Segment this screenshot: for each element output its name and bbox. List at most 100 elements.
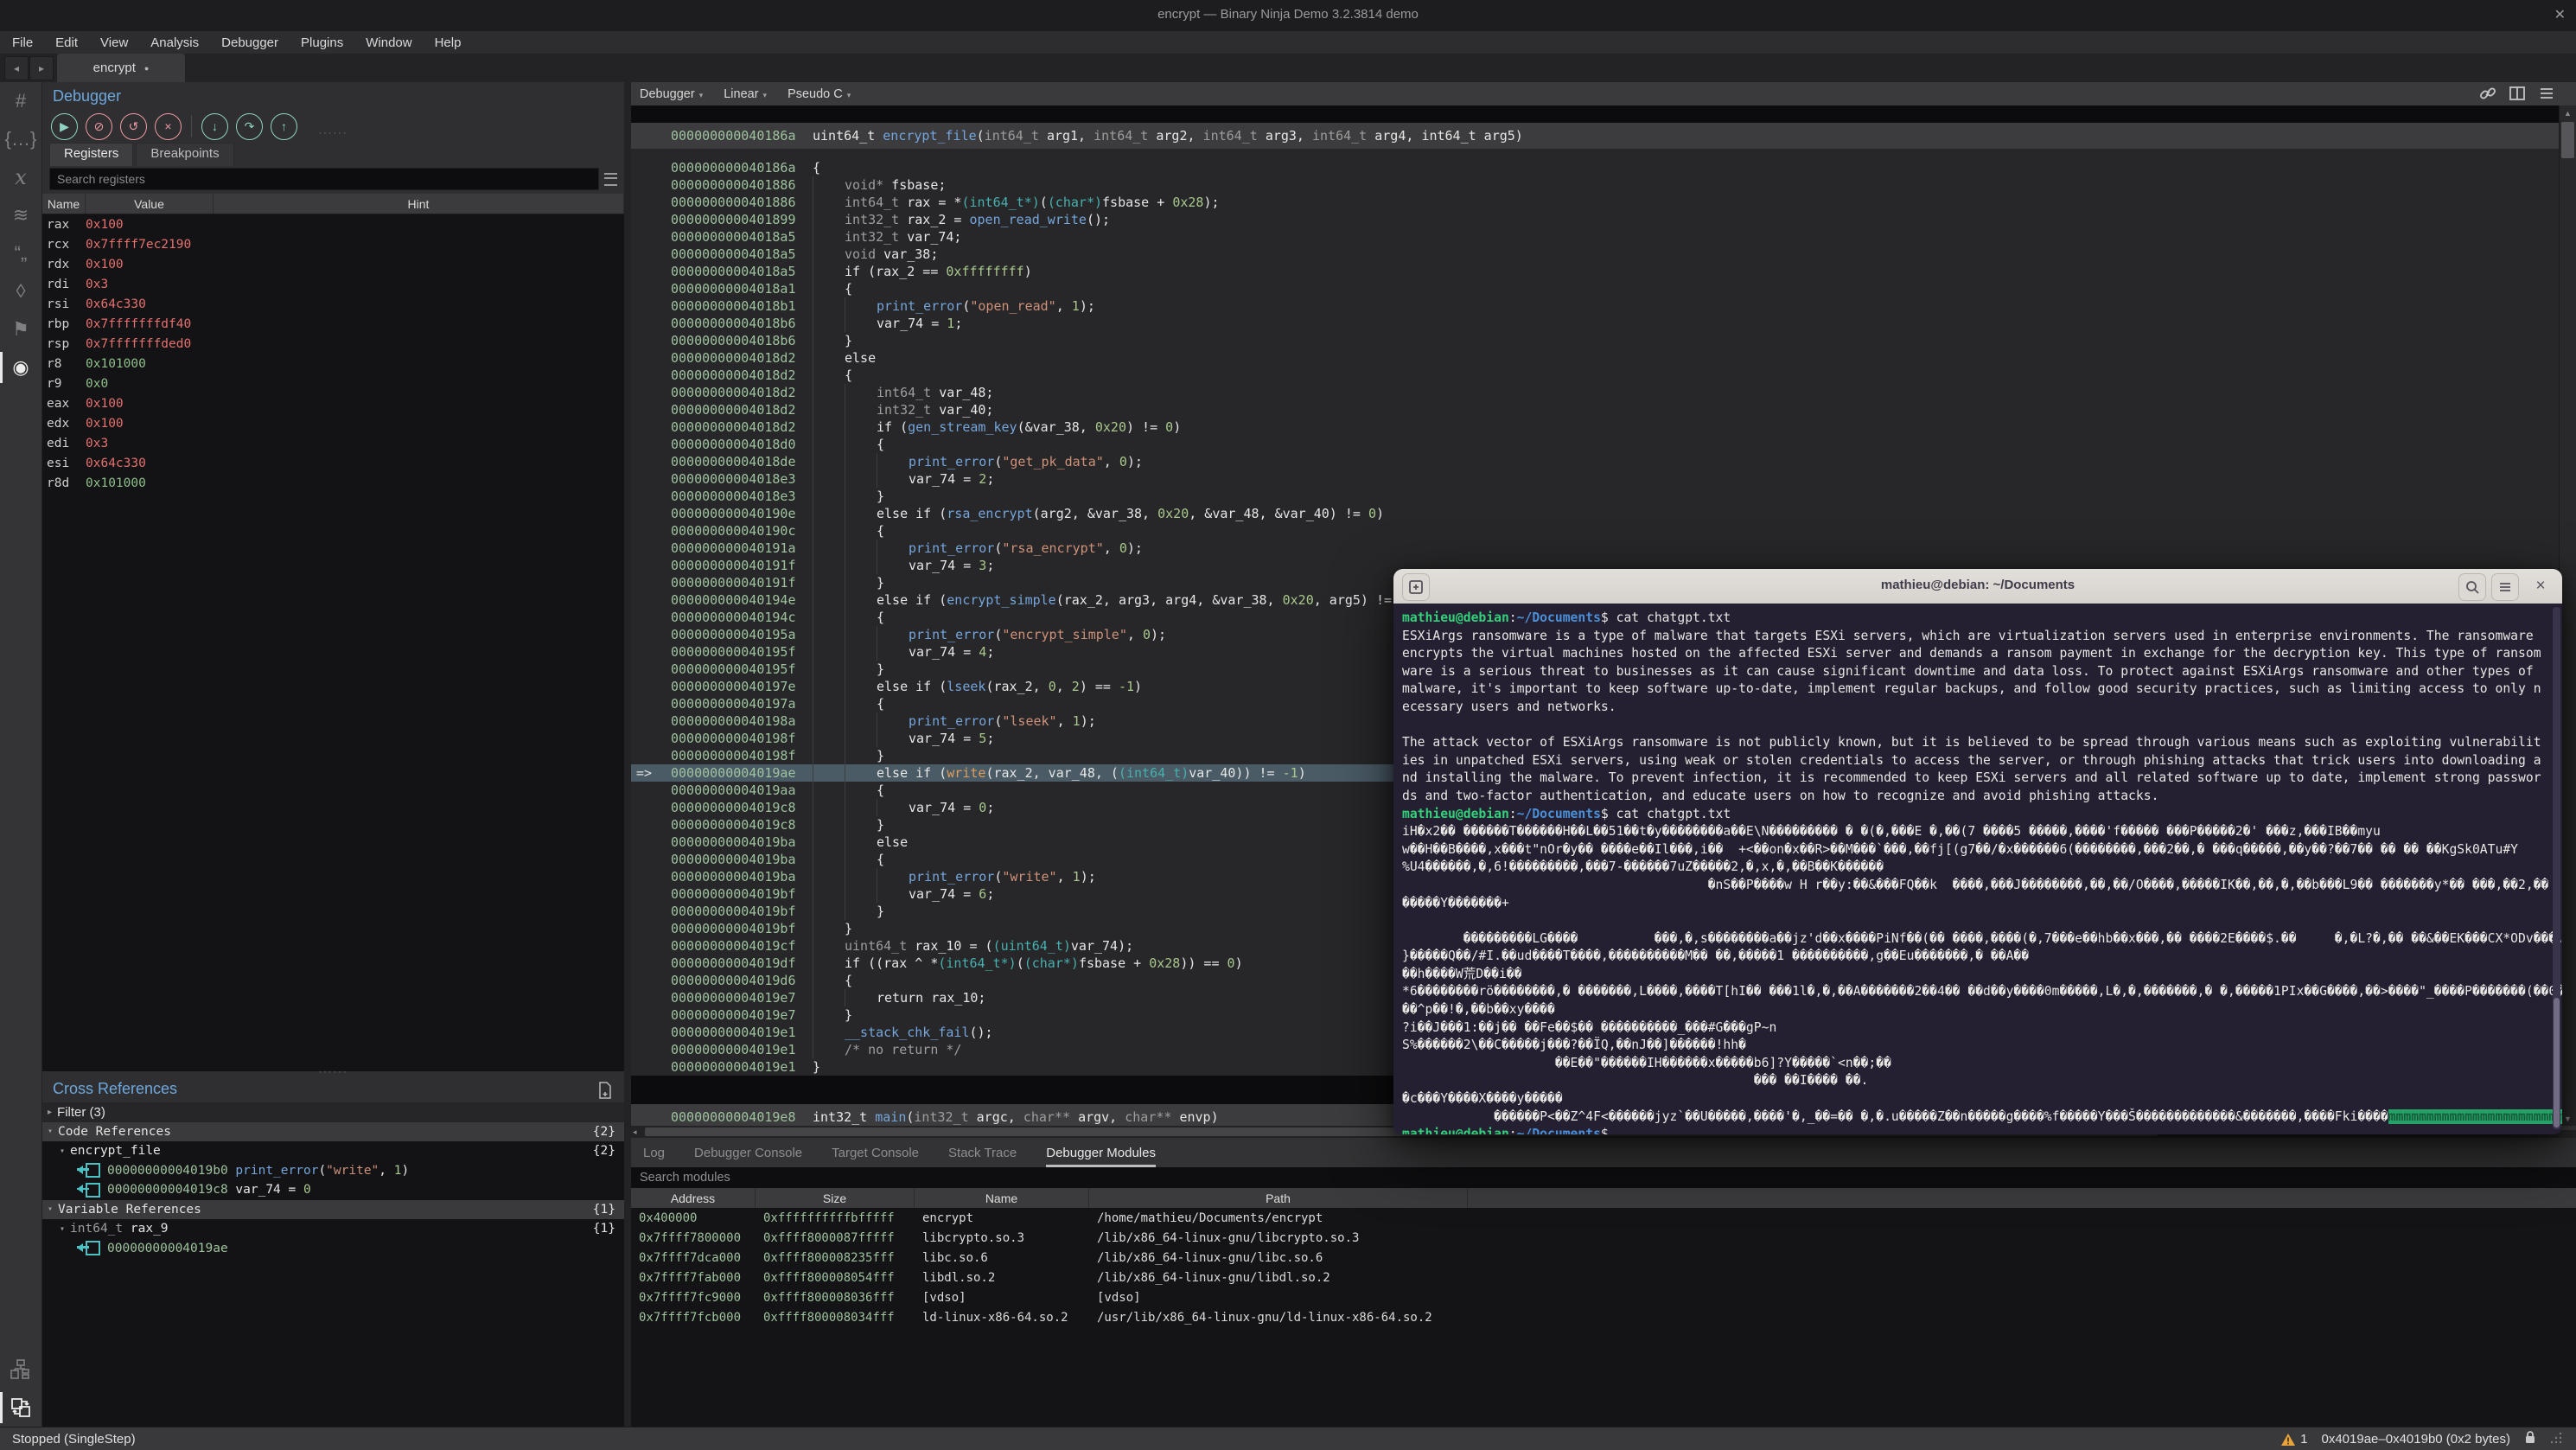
graph-view-icon[interactable]	[0, 1351, 41, 1389]
sync-link-icon[interactable]	[2479, 85, 2496, 105]
variables-icon[interactable]: x	[0, 158, 41, 196]
terminal-titlebar[interactable]: mathieu@debian: ~/Documents ×	[1393, 569, 2562, 604]
xref-filter-row[interactable]: ▸Filter (3)	[42, 1102, 624, 1122]
code-line[interactable]: 00000000004018d0{	[631, 436, 2559, 453]
xref-sym-row[interactable]: ▾encrypt_file{2}	[42, 1141, 624, 1161]
register-row[interactable]: r90x0	[42, 374, 624, 393]
menu-analysis[interactable]: Analysis	[150, 35, 199, 50]
code-line[interactable]: 00000000004018e3var_74 = 2;	[631, 470, 2559, 488]
code-line[interactable]: 00000000004018d2{	[631, 367, 2559, 384]
menu-help[interactable]: Help	[435, 35, 462, 50]
register-row[interactable]: rax0x100	[42, 214, 624, 234]
tab-registers[interactable]: Registers	[49, 143, 133, 166]
code-line[interactable]: 0000000000401886void* fsbase;	[631, 176, 2559, 194]
lock-icon[interactable]	[2524, 1430, 2536, 1448]
register-row[interactable]: rdi0x3	[42, 274, 624, 294]
register-row[interactable]: eax0x100	[42, 393, 624, 413]
dock-tab-log[interactable]: Log	[643, 1146, 665, 1167]
code-line[interactable]: 00000000004018b6var_74 = 1;	[631, 315, 2559, 332]
strings-icon[interactable]: “„	[0, 234, 41, 272]
register-row[interactable]: r8d0x101000	[42, 473, 624, 493]
debugger-icon[interactable]: ◉	[0, 348, 41, 386]
split-view-icon[interactable]	[2509, 85, 2526, 105]
terminal-menu-icon[interactable]	[2491, 573, 2519, 601]
search-registers-input[interactable]	[49, 168, 599, 190]
menu-debugger[interactable]: Debugger	[221, 35, 278, 50]
types-icon[interactable]: {…}	[0, 120, 41, 158]
history-forward-button[interactable]: ▸	[29, 56, 54, 80]
register-row[interactable]: rbp0x7fffffffdf40	[42, 314, 624, 334]
scroll-left-icon[interactable]: ◂	[633, 1127, 637, 1137]
vertical-splitter[interactable]	[624, 82, 631, 1427]
dock-tab-target-console[interactable]: Target Console	[832, 1146, 919, 1167]
module-row[interactable]: 0x4000000xffffffffffbfffffencrypt/home/m…	[631, 1208, 2576, 1228]
module-row[interactable]: 0x7ffff7fcb0000xffff800008034fffld-linux…	[631, 1307, 2576, 1327]
terminal-close-icon[interactable]: ×	[2528, 573, 2554, 599]
xref-leaf-row[interactable]: 00000000004019ae	[42, 1239, 624, 1259]
menu-file[interactable]: File	[12, 35, 33, 50]
module-row[interactable]: 0x7ffff78000000xffff8000087ffffflibcrypt…	[631, 1228, 2576, 1248]
xref-group-row[interactable]: ▾Code References{2}	[42, 1122, 624, 1142]
menu-edit[interactable]: Edit	[55, 35, 78, 50]
xref-leaf-row[interactable]: 00000000004019b0 print_error("write", 1)	[42, 1161, 624, 1181]
code-line[interactable]: 00000000004018a5void var_38;	[631, 246, 2559, 263]
register-row[interactable]: rsi0x64c330	[42, 294, 624, 314]
register-row[interactable]: r80x101000	[42, 354, 624, 374]
xref-sym-row[interactable]: ▾int64_t rax_9{1}	[42, 1219, 624, 1239]
code-line[interactable]: 000000000040191aprint_error("rsa_encrypt…	[631, 540, 2559, 557]
register-row[interactable]: rcx0x7ffff7ec2190	[42, 234, 624, 254]
code-line[interactable]: 0000000000401886int64_t rax = *(int64_t*…	[631, 194, 2559, 211]
hex-file-icon[interactable]: #	[0, 82, 41, 120]
stack-view-icon[interactable]: ≋	[0, 196, 41, 234]
terminal-output[interactable]: mathieu@debian:~/Documents$ cat chatgpt.…	[1393, 604, 2562, 1134]
code-line[interactable]: 00000000004018e3}	[631, 488, 2559, 505]
register-row[interactable]: rdx0x100	[42, 254, 624, 274]
code-line[interactable]: 000000000040186a{	[631, 159, 2559, 176]
code-line[interactable]: 00000000004018d2int64_t var_48;	[631, 384, 2559, 401]
function-signature-row[interactable]: 000000000040186auint64_t encrypt_file(in…	[631, 123, 2576, 149]
module-row[interactable]: 0x7ffff7fc90000xffff800008036fff[vdso][v…	[631, 1287, 2576, 1307]
tab-breakpoints[interactable]: Breakpoints	[136, 143, 233, 166]
view-menu-pseudo-c[interactable]: Pseudo C▾	[787, 87, 851, 101]
code-line[interactable]: 00000000004018b6}	[631, 332, 2559, 349]
resize-grip[interactable]	[2550, 1432, 2562, 1447]
code-line[interactable]: 00000000004018a5int32_t var_74;	[631, 228, 2559, 246]
history-back-button[interactable]: ◂	[4, 56, 29, 80]
terminal-scrollbar[interactable]	[2553, 607, 2560, 1129]
xref-leaf-row[interactable]: 00000000004019c8 var_74 = 0	[42, 1180, 624, 1200]
dock-tab-debugger-console[interactable]: Debugger Console	[694, 1146, 802, 1167]
code-line[interactable]: 00000000004018a1{	[631, 280, 2559, 297]
code-line[interactable]: 000000000040190eelse if (rsa_encrypt(arg…	[631, 505, 2559, 522]
tags-icon[interactable]: ◊	[0, 272, 41, 310]
code-line[interactable]: 00000000004018d2int32_t var_40;	[631, 401, 2559, 418]
dock-tab-debugger-modules[interactable]: Debugger Modules	[1046, 1146, 1156, 1167]
module-row[interactable]: 0x7ffff7fab0000xffff800008054ffflibdl.so…	[631, 1268, 2576, 1287]
window-close-icon[interactable]: ✕	[2554, 6, 2566, 23]
menu-view[interactable]: View	[100, 35, 128, 50]
terminal-search-icon[interactable]	[2458, 573, 2486, 601]
register-row[interactable]: esi0x64c330	[42, 453, 624, 473]
dock-tab-stack-trace[interactable]: Stack Trace	[948, 1146, 1017, 1167]
scroll-up-icon[interactable]: ▲	[2560, 105, 2576, 120]
view-switcher-icon[interactable]	[0, 1389, 41, 1427]
code-line[interactable]: 00000000004018b1print_error("open_read",…	[631, 297, 2559, 315]
register-options-icon[interactable]	[604, 173, 617, 186]
register-row[interactable]: edi0x3	[42, 433, 624, 453]
warning-badge[interactable]: 1	[2280, 1432, 2307, 1447]
scrollbar-thumb[interactable]	[2554, 998, 2560, 1127]
search-modules-input[interactable]	[631, 1167, 2576, 1188]
new-pane-icon[interactable]	[598, 1082, 612, 1102]
tab-encrypt[interactable]: encrypt ●	[57, 54, 185, 82]
code-line[interactable]: 000000000040190c{	[631, 522, 2559, 540]
view-menu-debugger[interactable]: Debugger▾	[640, 87, 703, 101]
memory-map-icon[interactable]: ⚑	[0, 310, 41, 348]
terminal-window[interactable]: mathieu@debian: ~/Documents × mathieu@de…	[1393, 569, 2562, 1134]
menu-window[interactable]: Window	[366, 35, 411, 50]
code-line[interactable]: 00000000004018deprint_error("get_pk_data…	[631, 453, 2559, 470]
view-menu-linear[interactable]: Linear▾	[724, 87, 767, 101]
code-line[interactable]: 0000000000401899int32_t rax_2 = open_rea…	[631, 211, 2559, 228]
code-line[interactable]: 00000000004018d2if (gen_stream_key(&var_…	[631, 418, 2559, 436]
code-line[interactable]: 00000000004018d2else	[631, 349, 2559, 367]
scrollbar-thumb[interactable]	[2561, 122, 2574, 158]
xref-group-row[interactable]: ▾Variable References{1}	[42, 1200, 624, 1220]
